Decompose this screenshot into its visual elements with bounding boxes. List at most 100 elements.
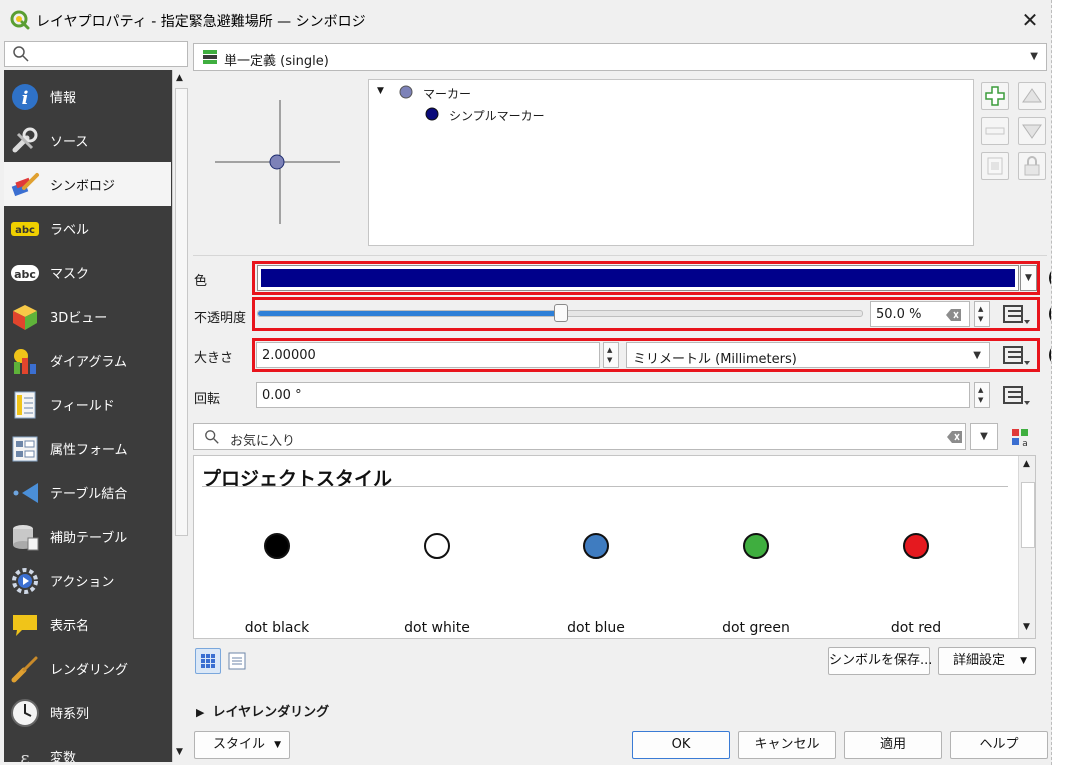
diagram-icon bbox=[14, 349, 36, 374]
sidebar-search-input[interactable] bbox=[4, 41, 188, 67]
join-icon bbox=[13, 483, 38, 503]
rotation-value: 0.00 ° bbox=[262, 388, 302, 403]
rotation-label: 回転 bbox=[194, 392, 221, 407]
save-symbol-button[interactable]: シンボルを保存... bbox=[828, 647, 932, 675]
paintbrush-icon bbox=[11, 173, 39, 197]
sidebar-item-display[interactable]: 表示名 bbox=[4, 602, 171, 646]
auxiliary-storage-icon bbox=[13, 525, 39, 551]
scroll-up-icon[interactable]: ▲ bbox=[1023, 459, 1030, 469]
sidebar-item-labels[interactable]: abc ラベル bbox=[4, 206, 171, 250]
cancel-button[interactable]: キャンセル bbox=[738, 731, 836, 759]
search-icon bbox=[13, 46, 29, 62]
sidebar-scrollbar[interactable]: ▲ ▼ bbox=[172, 70, 189, 762]
style-dot-black[interactable] bbox=[264, 533, 290, 559]
style-name: dot green bbox=[722, 620, 790, 636]
style-name: dot blue bbox=[567, 620, 625, 636]
style-filter-dropdown[interactable]: ▼ bbox=[970, 423, 998, 450]
move-down-button[interactable] bbox=[1018, 117, 1046, 145]
lock-layer-button[interactable] bbox=[1018, 152, 1046, 180]
sidebar-item-label: テーブル結合 bbox=[50, 487, 128, 502]
sidebar-item-label: レンダリング bbox=[50, 663, 129, 678]
sidebar-item-source[interactable]: ソース bbox=[4, 118, 171, 162]
annotation-badge-3: ❸ bbox=[1049, 343, 1051, 367]
duplicate-layer-button[interactable] bbox=[981, 152, 1009, 180]
data-defined-override-icon[interactable] bbox=[1000, 382, 1036, 408]
style-dot-blue[interactable] bbox=[583, 533, 609, 559]
qgis-logo-icon bbox=[10, 10, 30, 30]
ok-button[interactable]: OK bbox=[632, 731, 730, 759]
icon-view-button[interactable] bbox=[195, 648, 221, 674]
tree-child-simple-marker[interactable]: シンプルマーカー bbox=[449, 107, 545, 124]
list-view-icon[interactable] bbox=[226, 650, 248, 672]
svg-text:a: a bbox=[1022, 439, 1028, 448]
sidebar-item-actions[interactable]: アクション bbox=[4, 558, 171, 602]
sidebar-item-3d-view[interactable]: 3Dビュー bbox=[4, 294, 171, 338]
rotation-spin-arrows[interactable]: ▲ ▼ bbox=[974, 382, 990, 408]
svg-text:abc: abc bbox=[14, 268, 36, 281]
style-name: dot white bbox=[404, 620, 470, 636]
attribute-form-icon bbox=[12, 436, 38, 462]
help-button[interactable]: ヘルプ bbox=[950, 731, 1048, 759]
sidebar-item-auxiliary-storage[interactable]: 補助テーブル bbox=[4, 514, 171, 558]
sidebar-item-mask[interactable]: abc マスク bbox=[4, 250, 171, 294]
style-dot-red[interactable] bbox=[903, 533, 929, 559]
sidebar-item-rendering[interactable]: レンダリング bbox=[4, 646, 171, 690]
sidebar-item-joins[interactable]: テーブル結合 bbox=[4, 470, 171, 514]
rotation-spinbox[interactable]: 0.00 ° bbox=[256, 382, 970, 408]
window-title: レイヤプロパティ - 指定緊急避難場所 — シンボロジ bbox=[36, 14, 366, 30]
symbol-preview bbox=[215, 100, 340, 224]
styles-scrollbar[interactable]: ▲ ▼ bbox=[1018, 456, 1035, 638]
chevron-down-icon: ▼ bbox=[1030, 51, 1038, 62]
renderer-label: 単一定義 (single) bbox=[224, 54, 329, 69]
sidebar-item-fields[interactable]: フィールド bbox=[4, 382, 171, 426]
layer-rendering-toggle[interactable]: ▶ レイヤレンダリング bbox=[196, 701, 329, 720]
scrollbar-thumb[interactable] bbox=[1021, 482, 1035, 548]
style-dot-green[interactable] bbox=[743, 533, 769, 559]
display-speech-icon bbox=[13, 615, 37, 636]
sidebar-item-symbology[interactable]: シンボロジ bbox=[4, 162, 171, 206]
move-up-button[interactable] bbox=[1018, 82, 1046, 110]
layer-rendering-label: レイヤレンダリング bbox=[212, 705, 330, 720]
style-library-panel: プロジェクトスタイル dot black dot white dot blue … bbox=[193, 455, 1036, 639]
sidebar-item-variables[interactable]: ε 変数 bbox=[4, 734, 171, 762]
layer-properties-window: レイヤプロパティ - 指定緊急避難場所 — シンボロジ ✕ i 情報 ソース シ… bbox=[0, 0, 1052, 765]
scroll-up-icon[interactable]: ▲ bbox=[176, 73, 183, 83]
duplicate-icon bbox=[987, 157, 1003, 175]
sidebar-item-temporal[interactable]: 時系列 bbox=[4, 690, 171, 734]
sidebar-item-attribute-form[interactable]: 属性フォーム bbox=[4, 426, 171, 470]
expand-arrow-icon[interactable]: ▼ bbox=[377, 86, 384, 96]
sidebar-item-label: 時系列 bbox=[50, 707, 90, 722]
clear-icon[interactable] bbox=[947, 430, 963, 444]
advanced-button[interactable]: 詳細設定 ▼ bbox=[938, 647, 1036, 675]
label-abc-icon: abc bbox=[11, 222, 39, 236]
sidebar-item-diagrams[interactable]: ダイアグラム bbox=[4, 338, 171, 382]
apply-button[interactable]: 適用 bbox=[844, 731, 942, 759]
style-search-input[interactable]: お気に入り bbox=[193, 423, 966, 450]
style-label: スタイル bbox=[213, 737, 266, 752]
chevron-down-icon: ▼ bbox=[274, 740, 281, 750]
separator bbox=[193, 255, 1047, 256]
style-search-placeholder: お気に入り bbox=[230, 434, 296, 449]
add-layer-button[interactable] bbox=[981, 82, 1009, 110]
style-menu-button[interactable]: スタイル ▼ bbox=[194, 731, 290, 759]
sidebar-item-label: 変数 bbox=[50, 751, 77, 762]
sidebar-item-label: アクション bbox=[50, 575, 115, 590]
highlight-frame-3 bbox=[252, 338, 1040, 372]
close-icon[interactable]: ✕ bbox=[1018, 8, 1042, 32]
scroll-down-icon[interactable]: ▼ bbox=[176, 747, 183, 757]
tree-root-marker[interactable]: マーカー bbox=[423, 85, 471, 102]
marker-symbol-icon bbox=[399, 85, 413, 99]
scrollbar-thumb[interactable] bbox=[175, 88, 188, 536]
remove-layer-button[interactable] bbox=[981, 117, 1009, 145]
sidebar-item-info[interactable]: i 情報 bbox=[4, 74, 171, 118]
style-manager-icon[interactable]: a bbox=[1010, 426, 1032, 448]
triangle-down-icon bbox=[1022, 124, 1042, 139]
style-name: dot red bbox=[890, 620, 942, 636]
renderer-select[interactable]: 単一定義 (single) ▼ bbox=[193, 43, 1047, 71]
annotation-badge-1: ❶ bbox=[1049, 266, 1051, 290]
style-dot-white[interactable] bbox=[424, 533, 450, 559]
scroll-down-icon[interactable]: ▼ bbox=[1023, 622, 1030, 632]
expand-arrow-icon: ▶ bbox=[196, 706, 205, 719]
sidebar-item-label: 3Dビュー bbox=[50, 311, 108, 326]
cube-3d-icon bbox=[13, 305, 37, 330]
